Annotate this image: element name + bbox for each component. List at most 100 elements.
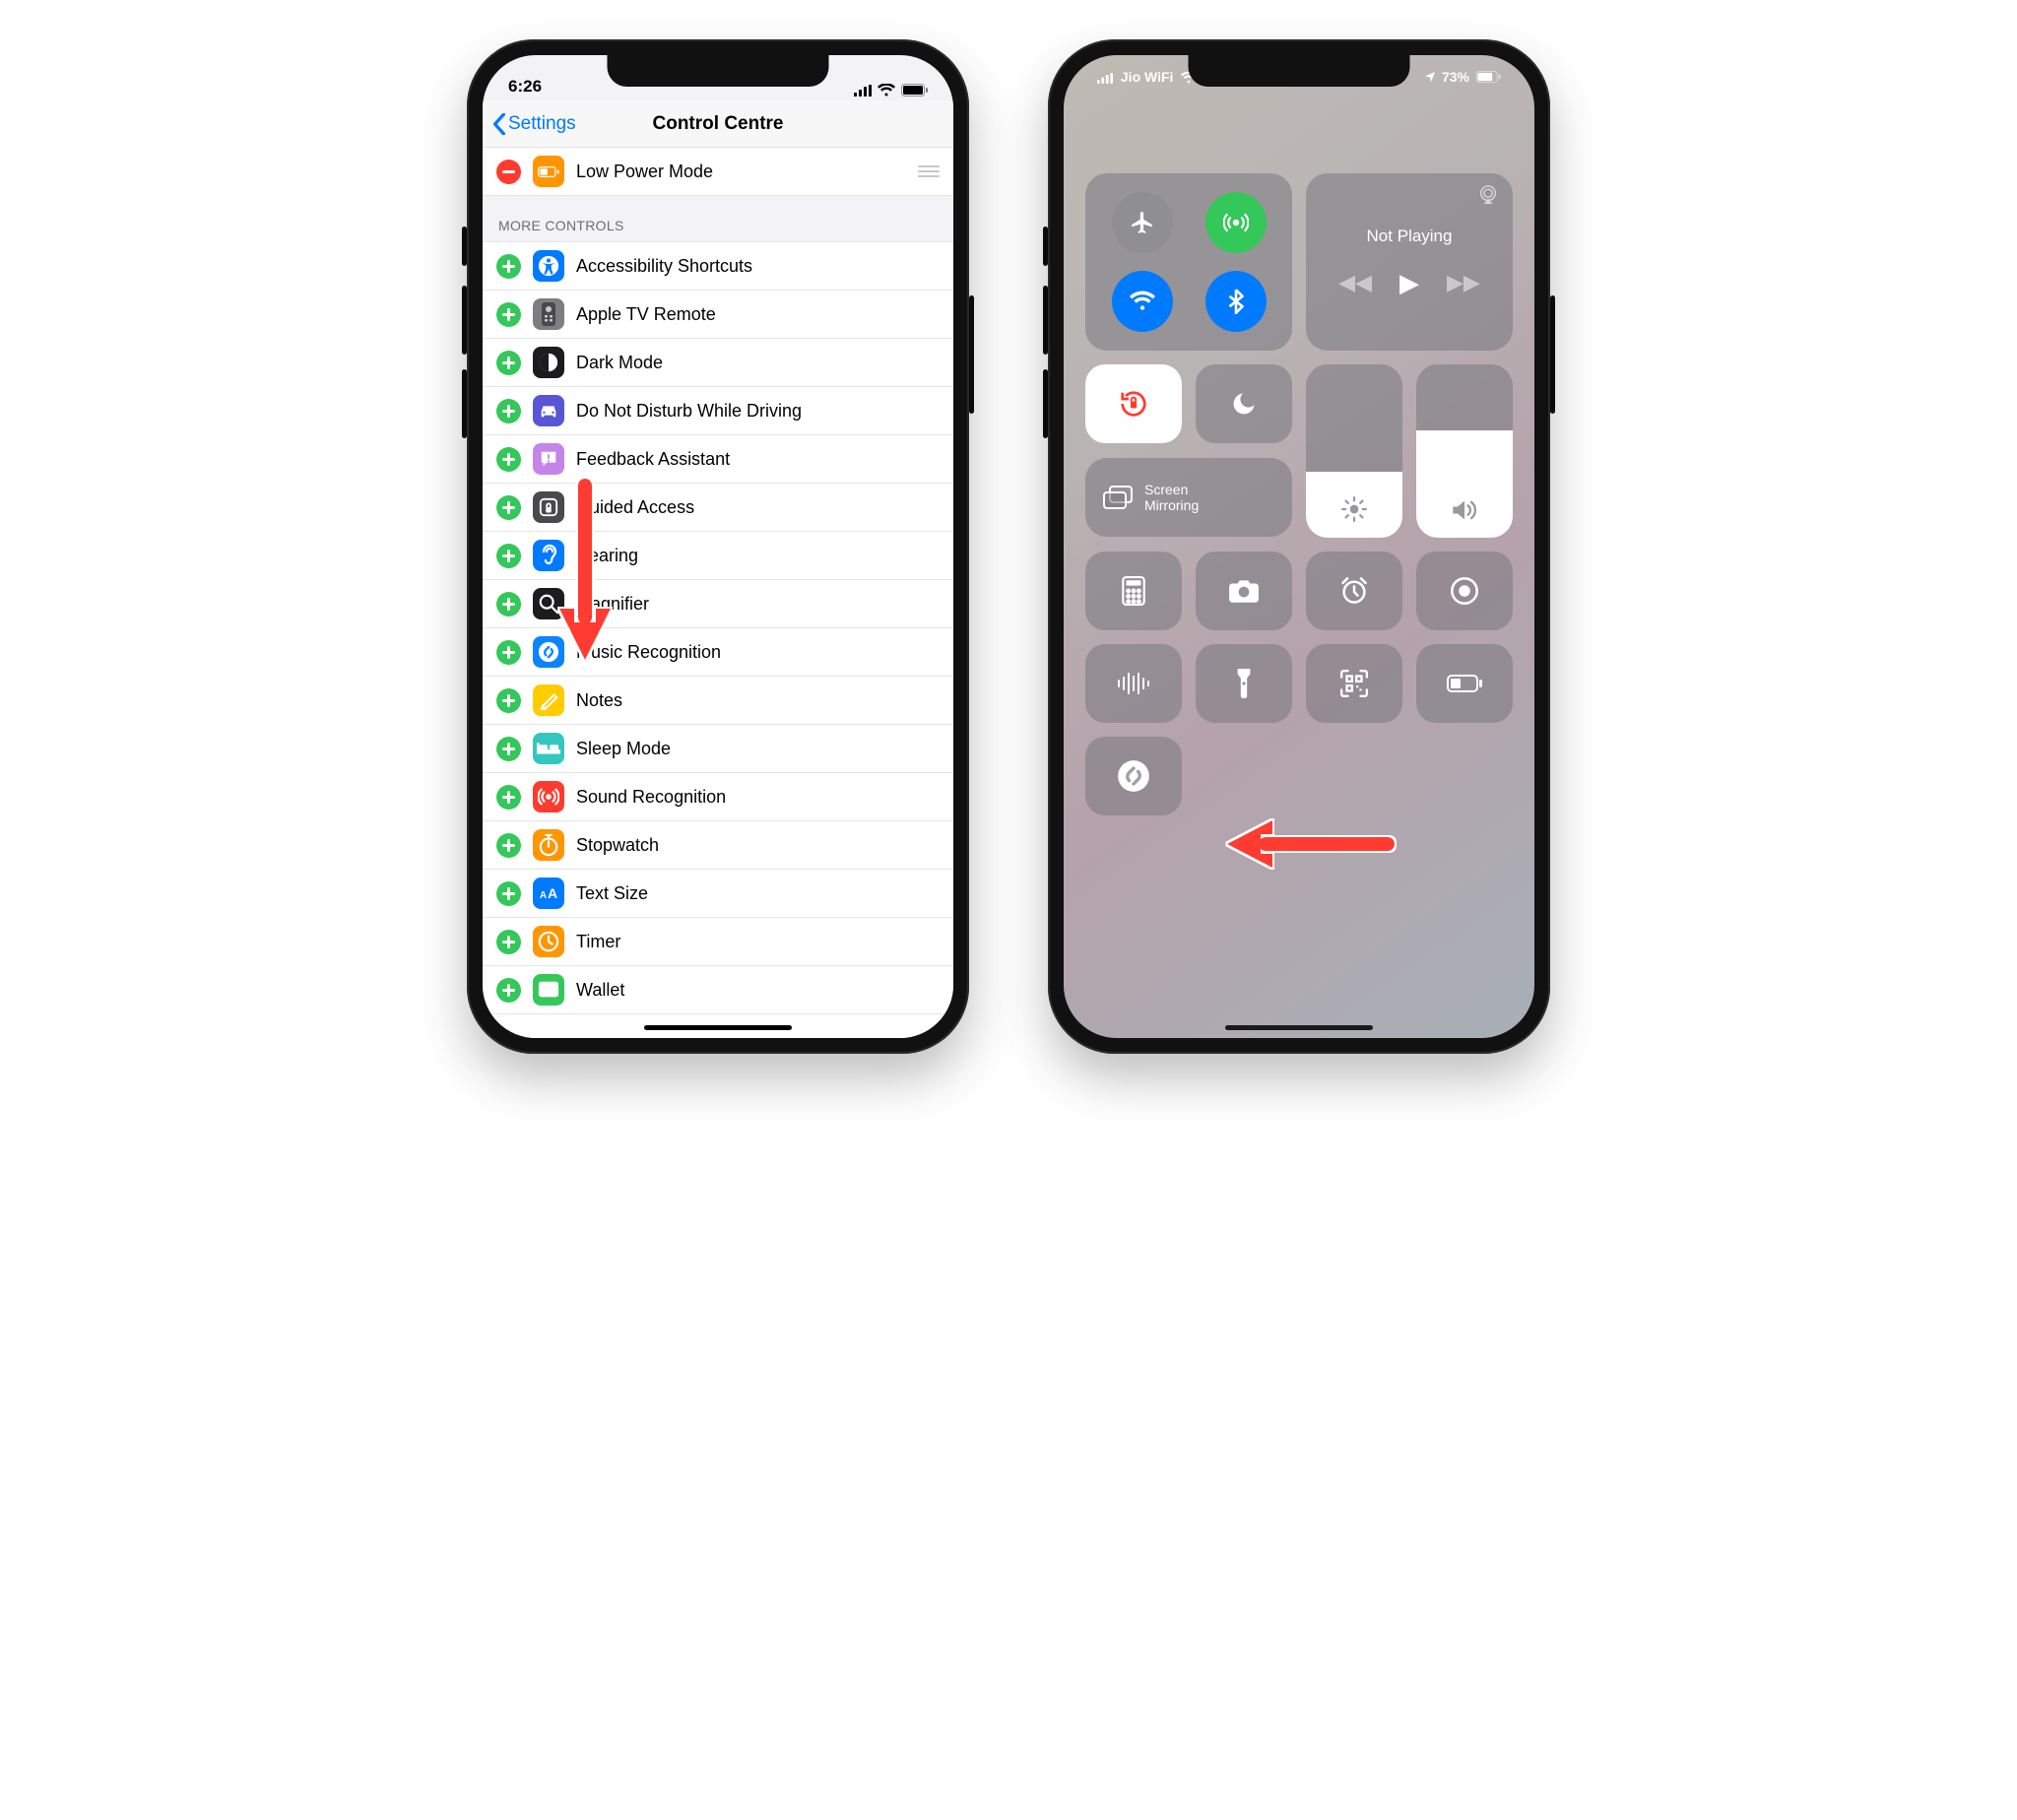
qr-scan-button[interactable] xyxy=(1306,644,1402,723)
battery-icon xyxy=(533,156,564,187)
screen-mirroring-label: Screen Mirroring xyxy=(1144,482,1199,513)
control-row: Low Power Mode xyxy=(483,148,953,196)
drag-handle[interactable] xyxy=(918,165,940,177)
add-button[interactable] xyxy=(496,351,521,375)
remove-button[interactable] xyxy=(496,160,521,184)
screen-mirroring-icon xyxy=(1103,486,1133,509)
control-row: AAText Size xyxy=(483,870,953,918)
volume-icon xyxy=(1451,498,1478,522)
home-indicator[interactable] xyxy=(1225,1025,1373,1030)
car-icon xyxy=(533,395,564,426)
battery-icon xyxy=(901,84,928,97)
add-button[interactable] xyxy=(496,544,521,568)
remote-icon xyxy=(533,298,564,330)
control-row: Accessibility Shortcuts xyxy=(483,242,953,291)
add-button[interactable] xyxy=(496,592,521,617)
controls-grid xyxy=(1085,552,1513,815)
control-row: Sleep Mode xyxy=(483,725,953,773)
add-button[interactable] xyxy=(496,785,521,810)
control-label: Feedback Assistant xyxy=(576,449,730,470)
brightness-slider[interactable] xyxy=(1306,364,1402,538)
darkmode-icon xyxy=(533,347,564,378)
add-button[interactable] xyxy=(496,254,521,279)
control-label: Do Not Disturb While Driving xyxy=(576,401,802,422)
control-label: Dark Mode xyxy=(576,353,663,373)
add-button[interactable] xyxy=(496,302,521,327)
shazam-button[interactable] xyxy=(1085,737,1182,815)
add-button[interactable] xyxy=(496,399,521,423)
screen-record-button[interactable] xyxy=(1416,552,1513,630)
stopwatch-icon xyxy=(533,829,564,861)
control-label: Sleep Mode xyxy=(576,739,671,759)
dnd-toggle[interactable] xyxy=(1196,364,1292,443)
home-indicator[interactable] xyxy=(644,1025,792,1030)
back-button[interactable]: Settings xyxy=(483,113,576,135)
control-row: Notes xyxy=(483,677,953,725)
textsize-icon: AA xyxy=(533,878,564,909)
media-play[interactable]: ▶ xyxy=(1399,268,1419,298)
control-row: Feedback Assistant xyxy=(483,435,953,484)
feedback-icon xyxy=(533,443,564,475)
wallet-icon xyxy=(533,974,564,1006)
control-label: Notes xyxy=(576,690,622,711)
annotation-arrow-left xyxy=(1223,813,1400,873)
control-label: Accessibility Shortcuts xyxy=(576,256,752,277)
add-button[interactable] xyxy=(496,737,521,761)
phone-left: 6:26 Settings Control Centre Low Power M… xyxy=(467,39,969,1054)
control-row: Dark Mode xyxy=(483,339,953,387)
volume-slider[interactable] xyxy=(1416,364,1513,538)
timer-icon xyxy=(533,926,564,957)
control-label: Wallet xyxy=(576,980,624,1001)
annotation-arrow-down xyxy=(553,479,617,666)
camera-button[interactable] xyxy=(1196,552,1292,630)
media-module[interactable]: Not Playing ◀◀ ▶ ▶▶ xyxy=(1306,173,1513,351)
bluetooth-toggle[interactable] xyxy=(1205,271,1267,332)
cc-carrier: Jio WiFi xyxy=(1097,69,1197,85)
media-prev[interactable]: ◀◀ xyxy=(1338,270,1372,295)
connectivity-module[interactable] xyxy=(1085,173,1292,351)
low-power-button[interactable] xyxy=(1416,644,1513,723)
airplay-icon[interactable] xyxy=(1477,185,1499,205)
alarm-button[interactable] xyxy=(1306,552,1402,630)
screen-mirroring-button[interactable]: Screen Mirroring xyxy=(1085,458,1292,537)
control-row: Sound Recognition xyxy=(483,773,953,821)
location-icon xyxy=(1424,71,1436,83)
bed-icon xyxy=(533,733,564,764)
add-button[interactable] xyxy=(496,688,521,713)
control-label: Low Power Mode xyxy=(576,162,713,182)
control-label: Apple TV Remote xyxy=(576,304,716,325)
add-button[interactable] xyxy=(496,833,521,858)
media-next[interactable]: ▶▶ xyxy=(1447,270,1480,295)
add-button[interactable] xyxy=(496,447,521,472)
status-indicators xyxy=(854,84,928,97)
cellular-icon xyxy=(1097,73,1113,84)
control-center-screen: Jio WiFi 73% Not Playing xyxy=(1064,55,1534,1038)
calculator-button[interactable] xyxy=(1085,552,1182,630)
media-title: Not Playing xyxy=(1367,227,1453,246)
battery-icon xyxy=(1475,71,1501,83)
control-label: Timer xyxy=(576,932,620,952)
add-button[interactable] xyxy=(496,640,521,665)
add-button[interactable] xyxy=(496,495,521,520)
wifi-toggle[interactable] xyxy=(1112,271,1173,332)
more-controls-header: MORE CONTROLS xyxy=(483,196,953,242)
cellular-toggle[interactable] xyxy=(1205,192,1267,253)
sound-icon xyxy=(533,781,564,812)
control-label: Stopwatch xyxy=(576,835,659,856)
control-row: Stopwatch xyxy=(483,821,953,870)
chevron-left-icon xyxy=(492,113,506,135)
control-row: Apple TV Remote xyxy=(483,291,953,339)
status-time: 6:26 xyxy=(508,77,542,97)
voice-memo-button[interactable] xyxy=(1085,644,1182,723)
add-button[interactable] xyxy=(496,881,521,906)
flashlight-button[interactable] xyxy=(1196,644,1292,723)
airplane-toggle[interactable] xyxy=(1112,192,1173,253)
orientation-lock-toggle[interactable] xyxy=(1085,364,1182,443)
brightness-icon xyxy=(1341,496,1367,522)
add-button[interactable] xyxy=(496,930,521,954)
control-row: Do Not Disturb While Driving xyxy=(483,387,953,435)
phone-right: Jio WiFi 73% Not Playing xyxy=(1048,39,1550,1054)
control-row: Wallet xyxy=(483,966,953,1014)
add-button[interactable] xyxy=(496,978,521,1003)
notes-icon xyxy=(533,684,564,716)
